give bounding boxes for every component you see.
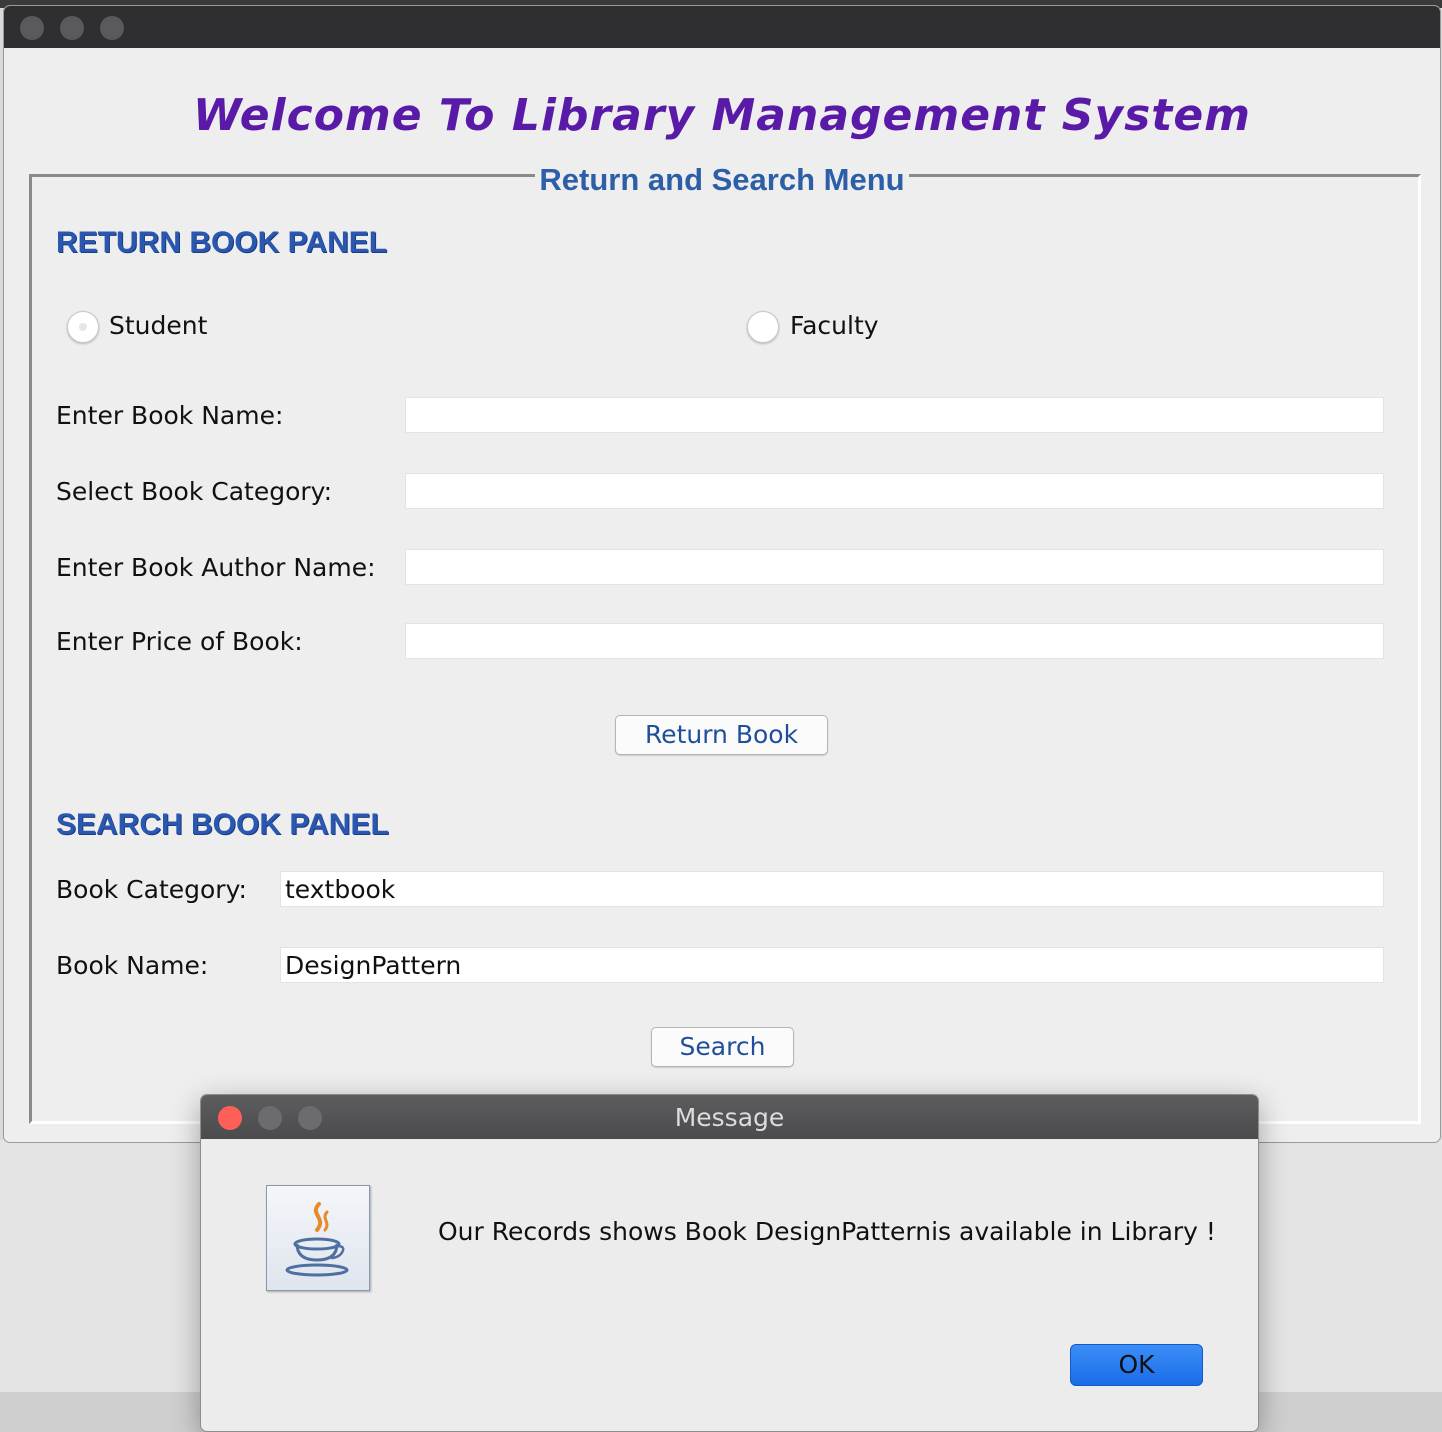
book-price-input[interactable] [405, 623, 1384, 659]
search-category-input[interactable] [280, 871, 1384, 907]
book-author-label: Enter Book Author Name: [56, 553, 376, 582]
search-category-label: Book Category: [56, 875, 247, 904]
search-button[interactable]: Search [651, 1027, 794, 1067]
search-panel-heading: SEARCH BOOK PANEL [56, 808, 389, 841]
search-book-name-input[interactable] [280, 947, 1384, 983]
book-name-input[interactable] [405, 397, 1384, 433]
welcome-title: Welcome To Library Management System [192, 90, 1252, 141]
book-name-label: Enter Book Name: [56, 401, 284, 430]
radio-student-label[interactable]: Student [109, 311, 207, 340]
main-window: Welcome To Library Management System Ret… [4, 6, 1440, 1142]
search-book-name-label: Book Name: [56, 951, 209, 980]
radio-faculty[interactable] [747, 311, 779, 343]
close-window-icon[interactable] [20, 16, 44, 40]
maximize-window-icon[interactable] [100, 16, 124, 40]
dialog-message: Our Records shows Book DesignPatternis a… [438, 1217, 1216, 1246]
return-panel-heading: RETURN BOOK PANEL [56, 226, 388, 259]
book-category-input[interactable] [405, 473, 1384, 509]
book-price-label: Enter Price of Book: [56, 627, 303, 656]
window-titlebar[interactable] [4, 6, 1440, 48]
message-dialog: Message Our Records shows Book DesignPat… [201, 1095, 1258, 1431]
ok-button[interactable]: OK [1070, 1344, 1203, 1386]
dialog-title: Message [674, 1103, 785, 1132]
minimize-window-icon[interactable] [60, 16, 84, 40]
return-book-button[interactable]: Return Book [615, 715, 828, 755]
radio-faculty-label[interactable]: Faculty [790, 311, 879, 340]
java-icon [266, 1185, 370, 1291]
book-author-input[interactable] [405, 549, 1384, 585]
book-category-label: Select Book Category: [56, 477, 333, 506]
radio-student[interactable] [67, 311, 99, 343]
java-cup-graphic [285, 1202, 349, 1277]
